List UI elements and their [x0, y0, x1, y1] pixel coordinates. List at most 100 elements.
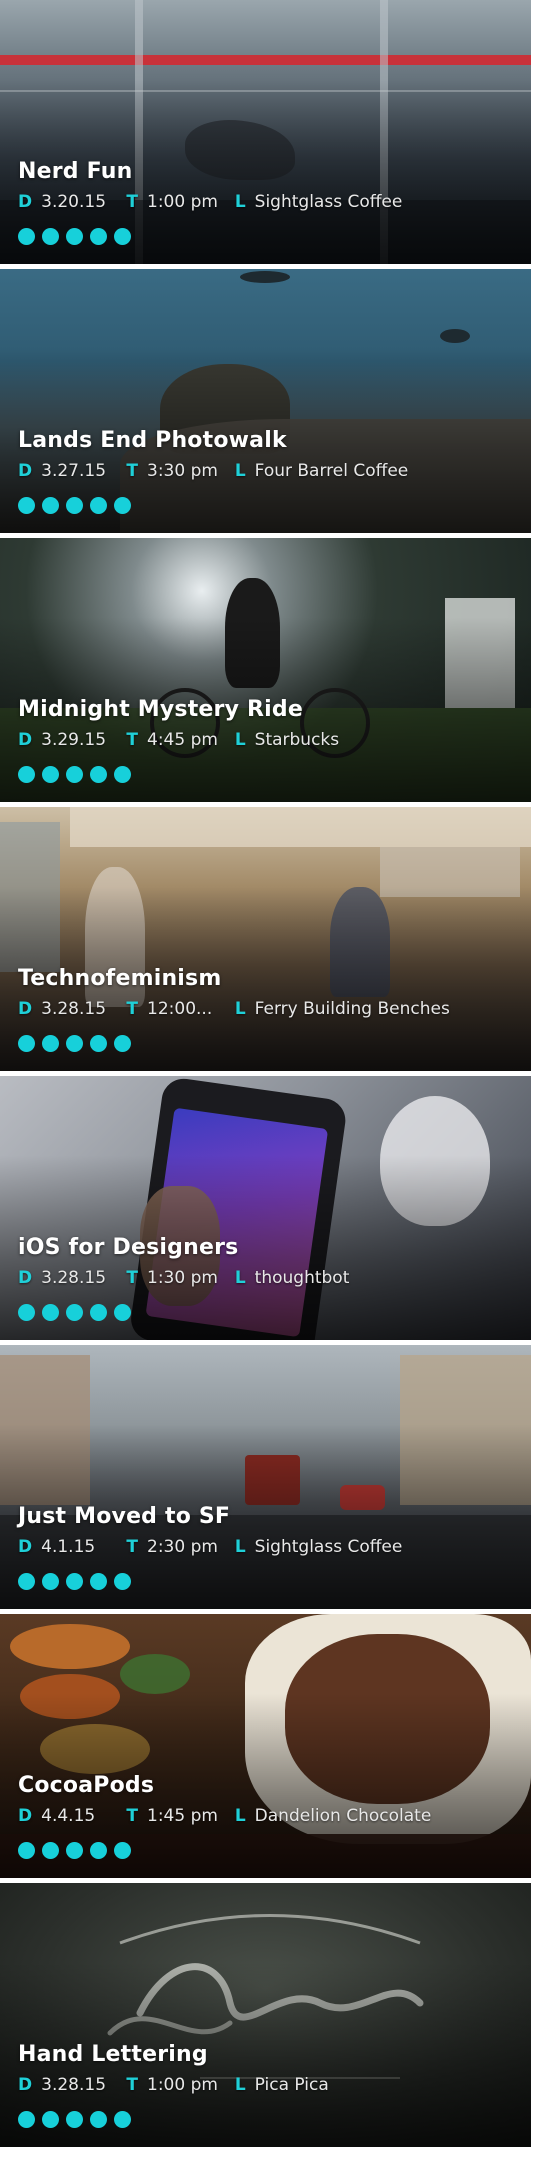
date-key: D: [18, 192, 33, 212]
attendee-dot: [114, 228, 131, 245]
attendee-dots: [18, 1842, 131, 1859]
event-location: Dandelion Chocolate: [254, 1806, 432, 1826]
attendee-dot: [90, 1035, 107, 1052]
location-key: L: [234, 1268, 246, 1288]
event-date: 4.1.15: [41, 1537, 96, 1557]
attendee-dot: [90, 497, 107, 514]
event-card-midnight-mystery-ride[interactable]: Midnight Mystery Ride D 3.29.15 T 4:45 pm …: [0, 538, 531, 802]
attendee-dots: [18, 766, 131, 783]
attendee-dot: [18, 2111, 35, 2128]
time-key: T: [126, 2075, 139, 2095]
location-key: L: [234, 730, 246, 750]
event-card-lands-end-photowalk[interactable]: Lands End Photowalk D 3.27.15 T 3:30 pm LF…: [0, 269, 531, 533]
attendee-dot: [66, 1304, 83, 1321]
attendee-dot: [18, 228, 35, 245]
event-time: 1:45 pm: [147, 1806, 218, 1826]
attendee-dot: [18, 766, 35, 783]
event-date: 3.29.15: [41, 730, 107, 750]
time-key: T: [126, 192, 139, 212]
date-key: D: [18, 1537, 33, 1557]
location-key: L: [234, 461, 246, 481]
event-location: Pica Pica: [254, 2075, 329, 2095]
attendee-dot: [66, 1035, 83, 1052]
attendee-dot: [18, 1573, 35, 1590]
attendee-dot: [114, 2111, 131, 2128]
event-date: 3.27.15: [41, 461, 107, 481]
attendee-dot: [42, 1035, 59, 1052]
event-time: 1:30 pm: [147, 1268, 218, 1288]
event-date: 3.28.15: [41, 2075, 107, 2095]
time-key: T: [126, 1268, 139, 1288]
date-key: D: [18, 1806, 33, 1826]
attendee-dot: [114, 1842, 131, 1859]
attendee-dots: [18, 1304, 131, 1321]
event-card-just-moved-to-sf[interactable]: Just Moved to SF D 4.1.15 T 2:30 pm L Sight…: [0, 1345, 531, 1609]
event-meta: D 3.20.15 T 1:00 pm L Sightglass Coffee: [18, 192, 402, 212]
event-card-ios-for-designers[interactable]: iOS for Designers D 3.28.15 T 1:30 pm Ltho…: [0, 1076, 531, 1340]
location-key: L: [234, 1537, 246, 1557]
attendee-dot: [42, 766, 59, 783]
attendee-dot: [114, 1304, 131, 1321]
attendee-dot: [42, 228, 59, 245]
attendee-dot: [66, 766, 83, 783]
event-meta: D 3.28.15 T 12:00... L Ferry Building Bench…: [18, 999, 450, 1019]
event-title: iOS for Designers: [18, 1235, 239, 1260]
attendee-dot: [18, 1842, 35, 1859]
attendee-dot: [90, 1842, 107, 1859]
event-location: thoughtbot: [254, 1268, 350, 1288]
event-location: Sightglass Coffee: [254, 1537, 403, 1557]
event-meta: D 3.28.15 T 1:30 pm Lthoughtbot: [18, 1268, 349, 1288]
event-meta: D 3.29.15 T 4:45 pm L Starbucks: [18, 730, 339, 750]
event-title: Lands End Photowalk: [18, 428, 287, 453]
event-location: Four Barrel Coffee: [254, 461, 409, 481]
attendee-dot: [42, 1304, 59, 1321]
event-card-cocoapods[interactable]: CocoaPods D 4.4.15 T 1:45 pm L Dandelion Ch…: [0, 1614, 531, 1878]
date-key: D: [18, 461, 33, 481]
event-title: Nerd Fun: [18, 159, 133, 184]
attendee-dot: [114, 766, 131, 783]
location-key: L: [234, 999, 246, 1019]
attendee-dot: [42, 2111, 59, 2128]
event-title: Just Moved to SF: [18, 1504, 231, 1529]
event-location: Sightglass Coffee: [254, 192, 403, 212]
event-card-nerd-fun[interactable]: Nerd Fun D 3.20.15 T 1:00 pm L Sightglass C…: [0, 0, 531, 264]
time-key: T: [126, 730, 139, 750]
event-meta: D 4.4.15 T 1:45 pm L Dandelion Chocolate: [18, 1806, 431, 1826]
event-date: 3.28.15: [41, 999, 107, 1019]
event-date: 3.28.15: [41, 1268, 107, 1288]
attendee-dot: [66, 1842, 83, 1859]
event-title: Technofeminism: [18, 966, 222, 991]
event-card-technofeminism[interactable]: Technofeminism D 3.28.15 T 12:00... L Ferry…: [0, 807, 531, 1071]
event-time: 1:00 pm: [147, 192, 218, 212]
event-meta: D 3.28.15 T 1:00 pm L Pica Pica: [18, 2075, 329, 2095]
location-key: L: [234, 2075, 246, 2095]
attendee-dot: [18, 1304, 35, 1321]
attendee-dot: [66, 1573, 83, 1590]
event-date: 3.20.15: [41, 192, 107, 212]
date-key: D: [18, 730, 33, 750]
location-key: L: [234, 192, 246, 212]
event-meta: D 4.1.15 T 2:30 pm L Sightglass Coffee: [18, 1537, 402, 1557]
attendee-dot: [66, 2111, 83, 2128]
event-meta: D 3.27.15 T 3:30 pm L Four Barrel Coffee: [18, 461, 408, 481]
event-date: 4.4.15: [41, 1806, 96, 1826]
event-time: 3:30 pm: [147, 461, 218, 481]
event-title: Midnight Mystery Ride: [18, 697, 303, 722]
attendee-dot: [90, 766, 107, 783]
event-time: 2:30 pm: [147, 1537, 218, 1557]
attendee-dot: [114, 497, 131, 514]
attendee-dots: [18, 1035, 131, 1052]
time-key: T: [126, 999, 139, 1019]
time-key: T: [126, 1537, 139, 1557]
location-key: L: [234, 1806, 246, 1826]
event-card-hand-lettering[interactable]: Hand Lettering D 3.28.15 T 1:00 pm L Pica P…: [0, 1883, 531, 2147]
event-time: 12:00...: [147, 999, 213, 1019]
date-key: D: [18, 1268, 33, 1288]
attendee-dot: [18, 1035, 35, 1052]
attendee-dot: [90, 1304, 107, 1321]
event-title: CocoaPods: [18, 1773, 155, 1798]
attendee-dot: [114, 1035, 131, 1052]
attendee-dot: [18, 497, 35, 514]
attendee-dot: [42, 497, 59, 514]
attendee-dot: [90, 1573, 107, 1590]
